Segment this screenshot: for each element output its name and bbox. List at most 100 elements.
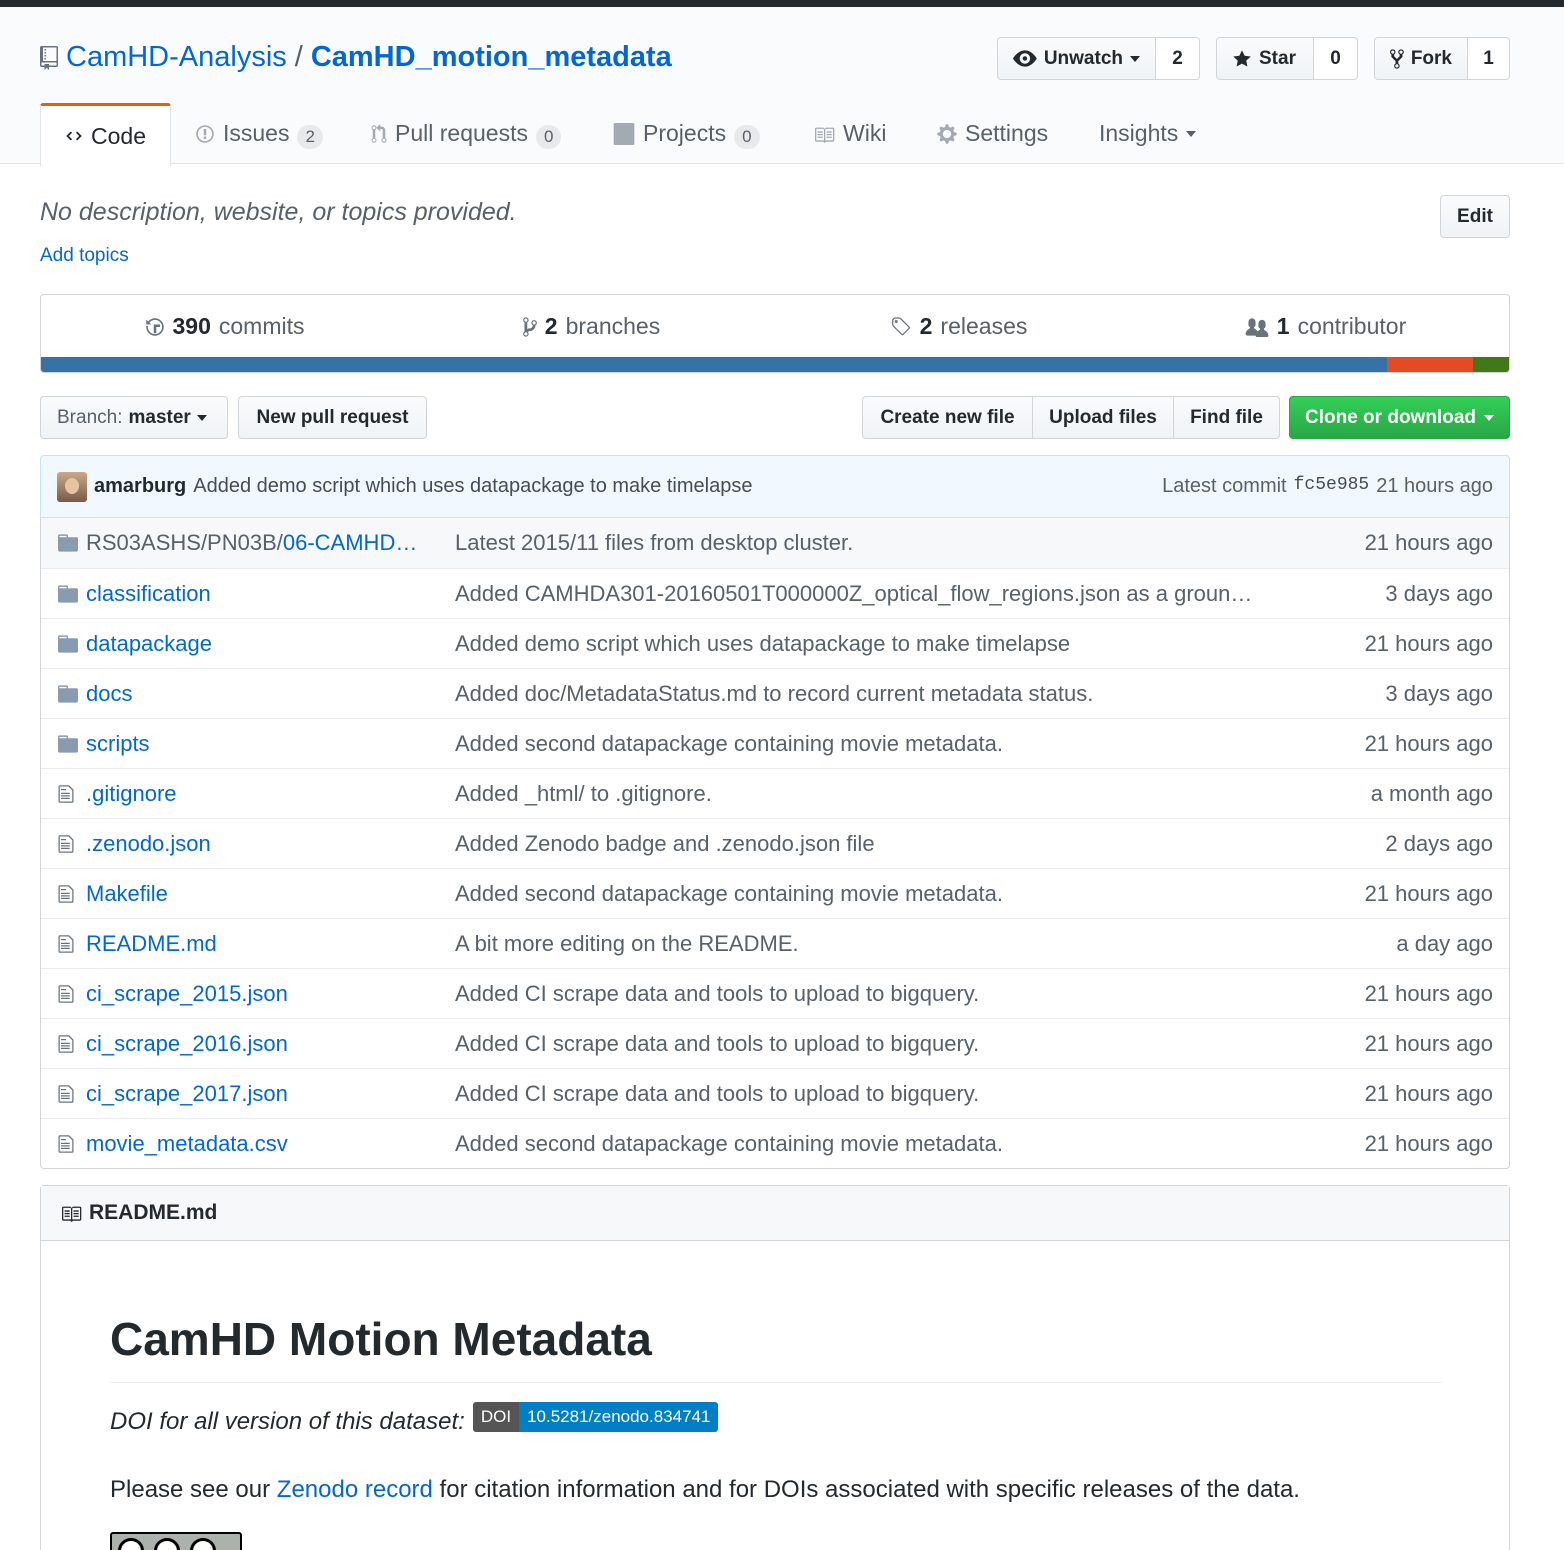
branch-select-button[interactable]: Branch: master <box>40 396 228 439</box>
edit-button[interactable]: Edit <box>1440 195 1510 238</box>
unwatch-button[interactable]: Unwatch <box>997 37 1156 80</box>
file-link[interactable]: docs <box>86 681 132 706</box>
file-age: 21 hours ago <box>1364 730 1493 756</box>
file-name[interactable]: Makefile <box>86 881 431 907</box>
new-pull-request-button[interactable]: New pull request <box>238 396 427 439</box>
file-link[interactable]: scripts <box>86 731 150 756</box>
table-row: classification Added CAMHDA301-20160501T… <box>41 568 1509 618</box>
add-topics-link[interactable]: Add topics <box>40 245 129 267</box>
tab-insights[interactable]: Insights <box>1075 103 1215 164</box>
tab-code[interactable]: Code <box>40 103 171 166</box>
contributors-link[interactable]: 1 contributor <box>1142 295 1509 358</box>
file-commit-message[interactable]: Added Zenodo badge and .zenodo.json file <box>455 831 1305 857</box>
book-icon <box>62 1206 82 1222</box>
latest-commit-bar: amarburg Added demo script which uses da… <box>40 455 1510 518</box>
top-header-bar <box>0 0 1564 7</box>
repo-header: CamHD-Analysis / CamHD_motion_metadata U… <box>0 7 1564 166</box>
file-link[interactable]: Makefile <box>86 881 168 906</box>
file-link[interactable]: ci_scrape_2015.json <box>86 981 288 1006</box>
tag-icon <box>891 316 910 335</box>
commit-meta: Latest commit fc5e985 21 hours ago <box>1162 475 1493 498</box>
file-commit-message[interactable]: Added doc/MetadataStatus.md to record cu… <box>455 681 1305 707</box>
file-name[interactable]: .zenodo.json <box>86 831 431 857</box>
file-link[interactable]: ci_scrape_2016.json <box>86 1031 288 1056</box>
file-link[interactable]: ci_scrape_2017.json <box>86 1081 288 1106</box>
file-link[interactable]: movie_metadata.csv <box>86 1131 288 1156</box>
file-commit-message[interactable]: Added _html/ to .gitignore. <box>455 781 1305 807</box>
create-new-file-button[interactable]: Create new file <box>862 396 1033 439</box>
file-name[interactable]: README.md <box>86 931 431 957</box>
file-name[interactable]: scripts <box>86 731 431 757</box>
tab-issues[interactable]: Issues 2 <box>171 103 347 164</box>
fork-button[interactable]: Fork <box>1374 37 1468 80</box>
find-file-button[interactable]: Find file <box>1173 396 1280 439</box>
file-link[interactable]: datapackage <box>86 631 212 656</box>
tab-projects[interactable]: Projects 0 <box>589 103 789 164</box>
commit-age: 21 hours ago <box>1376 475 1493 497</box>
upload-files-button[interactable]: Upload files <box>1032 396 1174 439</box>
branch-icon <box>522 316 537 337</box>
fork-count[interactable]: 1 <box>1468 37 1510 80</box>
file-age: 21 hours ago <box>1364 1030 1493 1056</box>
tab-wiki-label: Wiki <box>843 120 887 146</box>
file-name[interactable]: RS03ASHS/PN03B/06-CAMHD… <box>86 530 431 556</box>
repo-title: CamHD-Analysis / CamHD_motion_metadata <box>40 41 672 74</box>
file-commit-message[interactable]: Latest 2015/11 files from desktop cluste… <box>455 530 1305 556</box>
commit-author[interactable]: amarburg <box>94 475 186 498</box>
people-icon <box>1245 317 1269 337</box>
star-button[interactable]: Star <box>1216 37 1314 80</box>
star-count[interactable]: 0 <box>1314 37 1358 80</box>
avatar[interactable] <box>57 471 87 502</box>
license-badge-icon[interactable] <box>110 1532 242 1550</box>
table-row: docs Added doc/MetadataStatus.md to reco… <box>41 668 1509 718</box>
file-age: 21 hours ago <box>1364 630 1493 656</box>
file-name[interactable]: ci_scrape_2015.json <box>86 981 431 1007</box>
file-commit-message[interactable]: Added CI scrape data and tools to upload… <box>455 1031 1305 1057</box>
file-name[interactable]: .gitignore <box>86 781 431 807</box>
zenodo-record-link[interactable]: Zenodo record <box>277 1476 433 1503</box>
repo-owner-link[interactable]: CamHD-Analysis <box>66 41 287 74</box>
commit-message[interactable]: Added demo script which uses datapackage… <box>193 475 752 498</box>
file-commit-message[interactable]: Added demo script which uses datapackage… <box>455 631 1305 657</box>
fork-label: Fork <box>1410 47 1452 69</box>
file-name[interactable]: ci_scrape_2017.json <box>86 1081 431 1107</box>
releases-link[interactable]: 2 releases <box>775 295 1142 358</box>
file-commit-message[interactable]: A bit more editing on the README. <box>455 931 1305 957</box>
clone-or-download-button[interactable]: Clone or download <box>1289 396 1510 439</box>
file-commit-message[interactable]: Added second datapackage containing movi… <box>455 731 1305 757</box>
file-link[interactable]: classification <box>86 581 211 606</box>
file-link[interactable]: .zenodo.json <box>86 831 211 856</box>
branch-value: master <box>128 406 191 428</box>
issues-counter: 2 <box>297 124 323 149</box>
file-age: 3 days ago <box>1385 680 1493 706</box>
repo-name-link[interactable]: CamHD_motion_metadata <box>311 41 672 74</box>
file-commit-message[interactable]: Added CAMHDA301-20160501T000000Z_optical… <box>455 581 1305 607</box>
file-name[interactable]: docs <box>86 681 431 707</box>
tab-settings[interactable]: Settings <box>913 103 1075 164</box>
folder-icon <box>58 518 78 568</box>
file-name[interactable]: classification <box>86 581 431 607</box>
path-link[interactable]: 06-CAMHD… <box>283 530 417 555</box>
doi-badge[interactable]: DOI 10.5281/zenodo.834741 <box>472 1402 719 1432</box>
file-name[interactable]: ci_scrape_2016.json <box>86 1031 431 1057</box>
file-icon <box>58 869 74 919</box>
commits-link[interactable]: 390 commits <box>41 295 408 358</box>
watch-count[interactable]: 2 <box>1156 37 1200 80</box>
branches-link[interactable]: 2 branches <box>408 295 775 358</box>
tab-wiki[interactable]: Wiki <box>789 103 913 164</box>
file-link[interactable]: .gitignore <box>86 781 177 806</box>
file-link[interactable]: README.md <box>86 931 217 956</box>
table-row: Makefile Added second datapackage contai… <box>41 868 1509 918</box>
file-age: a day ago <box>1396 930 1493 956</box>
file-name[interactable]: datapackage <box>86 631 431 657</box>
file-commit-message[interactable]: Added CI scrape data and tools to upload… <box>455 1081 1305 1107</box>
file-commit-message[interactable]: Added CI scrape data and tools to upload… <box>455 981 1305 1007</box>
commit-sha[interactable]: fc5e985 <box>1294 475 1370 498</box>
file-name[interactable]: movie_metadata.csv <box>86 1131 431 1157</box>
file-commit-message[interactable]: Added second datapackage containing movi… <box>455 1131 1305 1157</box>
language-bar[interactable] <box>41 357 1509 372</box>
file-list: RS03ASHS/PN03B/06-CAMHD… Latest 2015/11 … <box>40 518 1510 1169</box>
file-commit-message[interactable]: Added second datapackage containing movi… <box>455 881 1305 907</box>
doi-badge-label: DOI <box>472 1402 520 1432</box>
tab-pull-requests[interactable]: Pull requests 0 <box>347 103 589 164</box>
